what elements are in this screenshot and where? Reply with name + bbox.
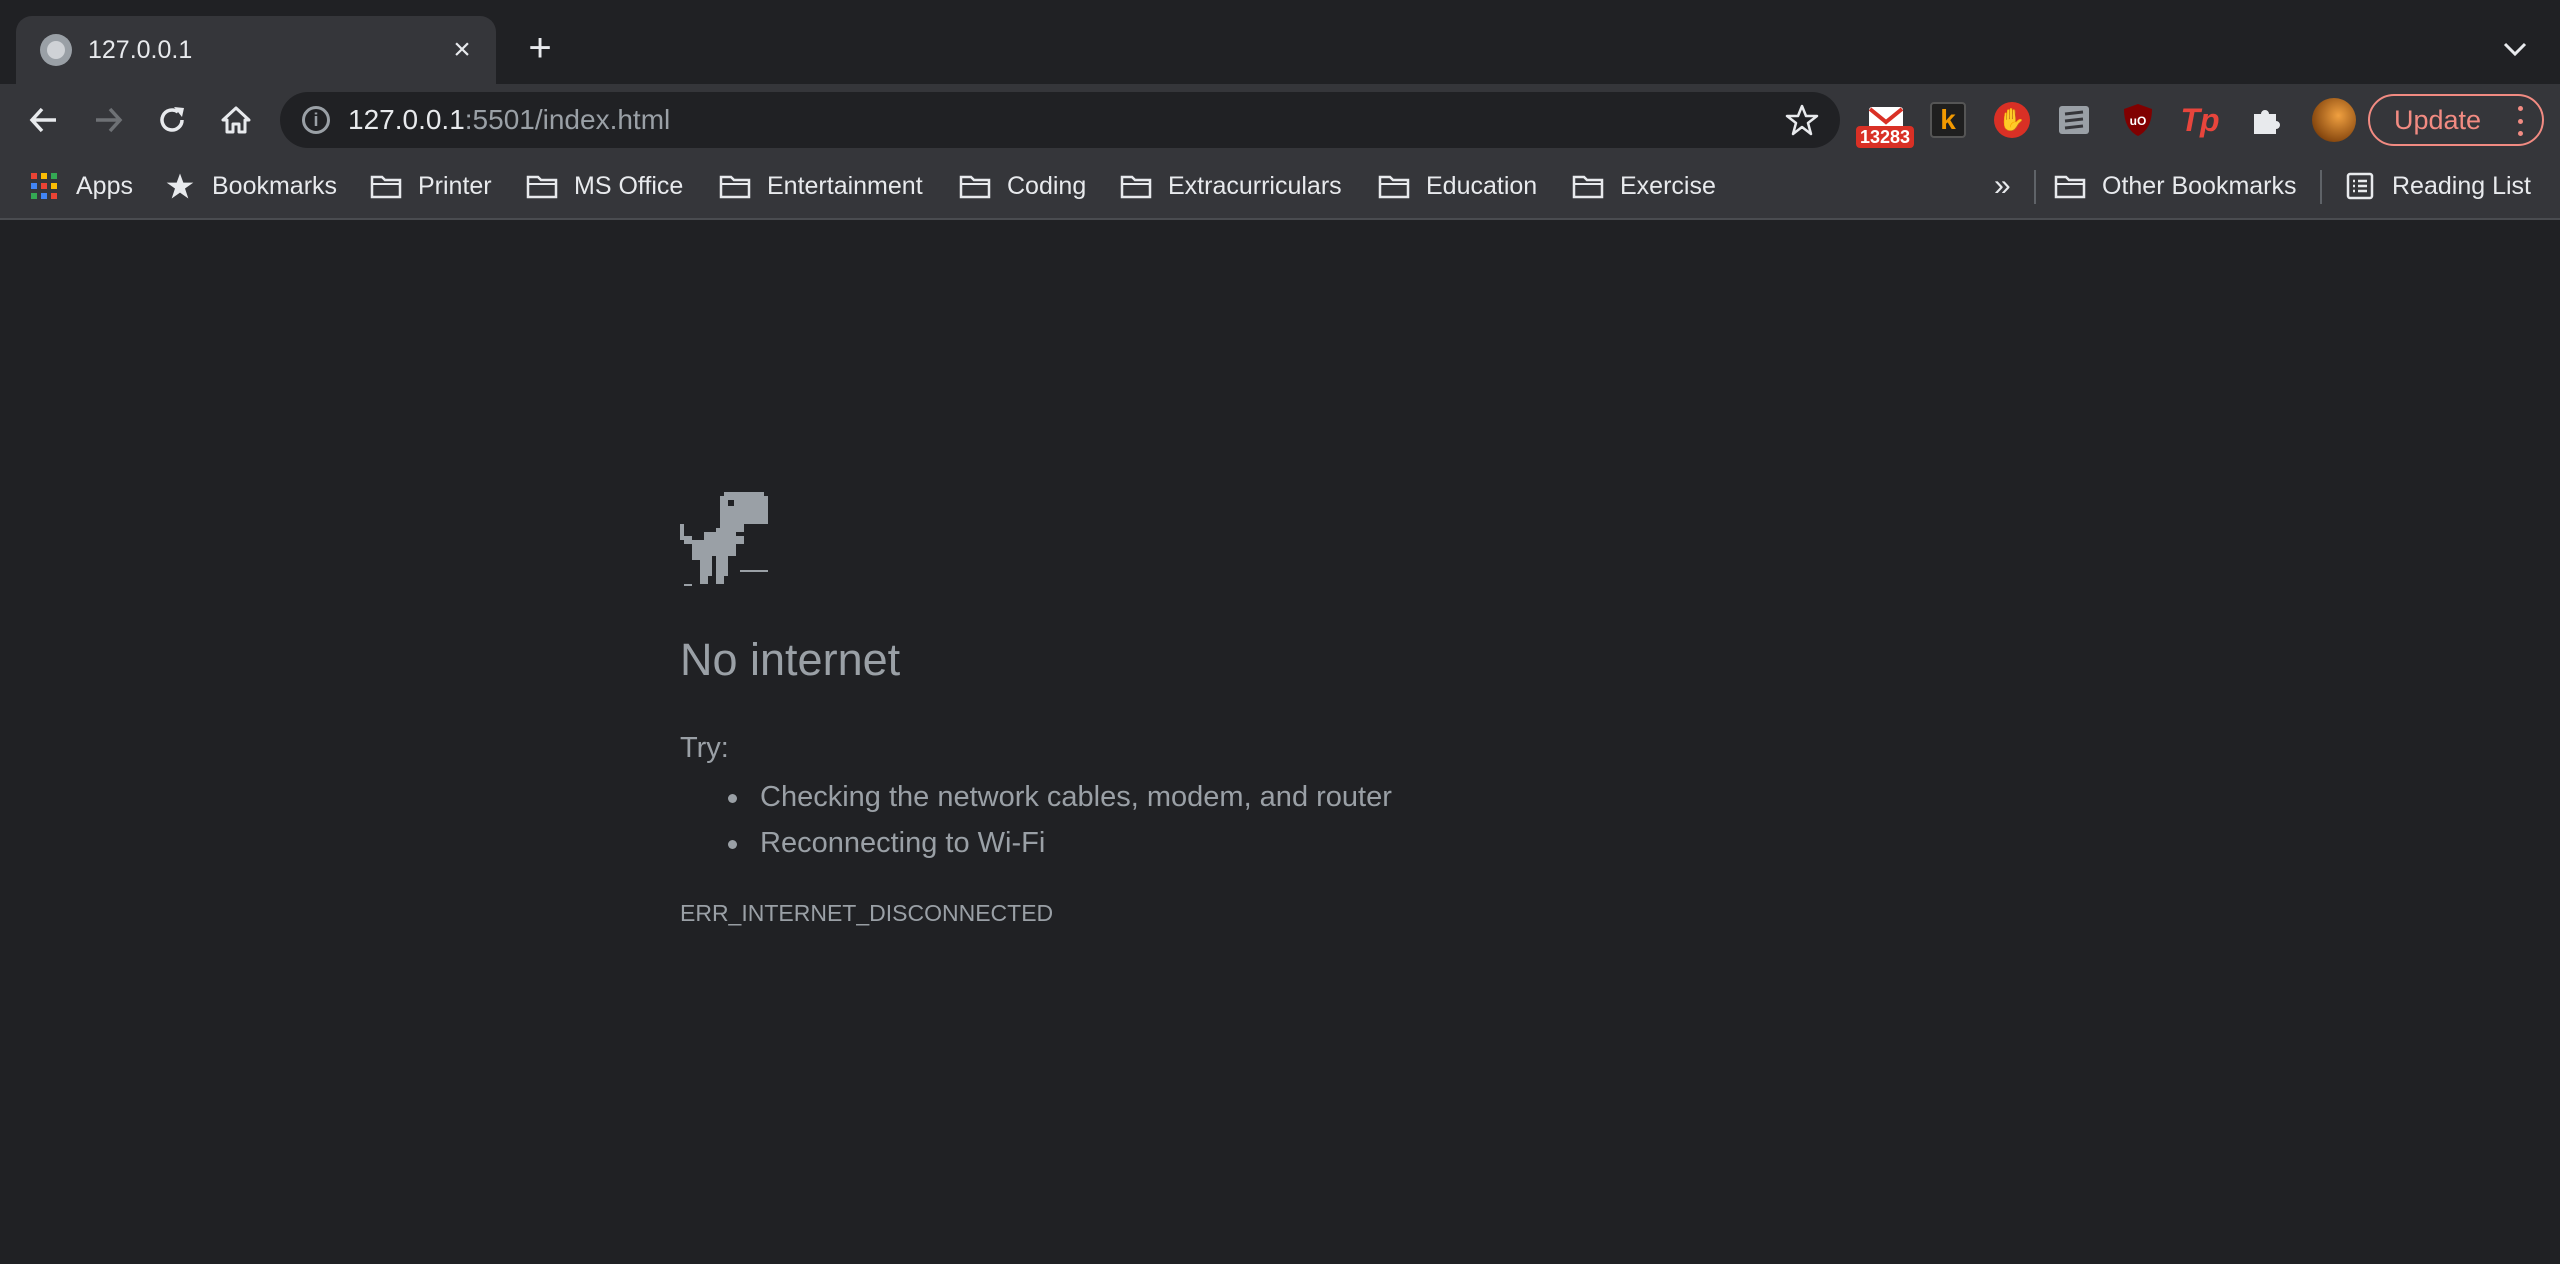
hand-stop-icon[interactable]: ✋ [1994, 102, 2030, 138]
suggestion-item: Reconnecting to Wi-Fi [728, 820, 1392, 866]
dinosaur-icon[interactable] [680, 492, 768, 586]
star-icon [164, 170, 196, 202]
try-label: Try: [680, 732, 729, 764]
stack-icon[interactable] [2056, 102, 2092, 138]
reload-button[interactable] [150, 98, 194, 142]
folder-icon [2054, 170, 2086, 202]
bookmark-folder-other[interactable]: Other Bookmarks [2054, 166, 2297, 206]
update-label: Update [2394, 105, 2482, 135]
bookmark-label: Printer [418, 171, 492, 200]
bookmark-folder-education[interactable]: Education [1378, 166, 1537, 206]
divider [2320, 170, 2322, 204]
bookmark-apps[interactable]: Apps [28, 166, 133, 206]
bookmark-bookmarks[interactable]: Bookmarks [164, 166, 337, 206]
back-button[interactable] [22, 98, 66, 142]
toolbar: i 127.0.0.1:5501/index.html 13283 k ✋ uO… [0, 84, 2560, 156]
bookmark-label: Coding [1007, 171, 1087, 200]
arrow-left-icon [29, 107, 56, 133]
tp-extension-icon[interactable]: Tp [2180, 102, 2219, 138]
ublock-label: uO [2130, 114, 2147, 128]
bookmark-folder-extracurriculars[interactable]: Extracurriculars [1120, 166, 1342, 206]
suggestion-item: Checking the network cables, modem, and … [728, 774, 1392, 820]
bookmark-label: Education [1426, 171, 1538, 200]
forward-button[interactable] [86, 98, 130, 142]
url-host: 127.0.0.1 [348, 104, 465, 135]
address-bar[interactable]: i 127.0.0.1:5501/index.html [280, 92, 1840, 148]
tab-title: 127.0.0.1 [88, 36, 193, 64]
folder-icon [370, 170, 402, 202]
profile-avatar[interactable] [2312, 98, 2356, 142]
gmail-unread-badge: 13283 [1856, 126, 1915, 148]
home-button[interactable] [214, 98, 258, 142]
folder-icon [526, 170, 558, 202]
bookmark-label: Extracurriculars [1168, 171, 1342, 200]
puzzle-icon[interactable] [2248, 102, 2284, 138]
error-code: ERR_INTERNET_DISCONNECTED [680, 900, 1054, 926]
home-icon [221, 106, 251, 134]
bookmark-label: MS Office [574, 171, 684, 200]
globe-icon [40, 34, 72, 66]
bookmark-label: Other Bookmarks [2102, 171, 2297, 200]
url-text[interactable]: 127.0.0.1:5501/index.html [348, 102, 670, 138]
chevron-down-icon[interactable] [2498, 34, 2532, 64]
bookmarks-bar: Apps Bookmarks Printer MS Office Enterta… [0, 156, 2560, 220]
active-tab[interactable]: 127.0.0.1 × [16, 16, 496, 84]
more-vert-icon[interactable] [2516, 106, 2524, 136]
new-tab-button[interactable]: + [522, 28, 558, 68]
bookmark-label: Entertainment [767, 171, 923, 200]
reading-list-button[interactable]: Reading List [2344, 166, 2531, 206]
tab-strip: 127.0.0.1 × + [0, 0, 2560, 84]
folder-icon [1120, 170, 1152, 202]
update-button[interactable]: Update [2368, 94, 2544, 146]
k-extension-icon[interactable]: k [1930, 102, 1966, 138]
close-icon[interactable]: × [448, 35, 476, 65]
bookmark-label: Reading List [2392, 171, 2531, 200]
url-path: :5501/index.html [464, 104, 671, 135]
bookmarks-overflow-button[interactable]: » [1994, 166, 2011, 206]
bookmark-folder-printer[interactable]: Printer [370, 166, 492, 206]
folder-icon [1572, 170, 1604, 202]
bookmark-label: Exercise [1620, 171, 1716, 200]
error-title: No internet [680, 634, 901, 685]
ublock-shield-icon[interactable]: uO [2120, 102, 2156, 138]
bookmark-folder-exercise[interactable]: Exercise [1572, 166, 1716, 206]
reading-list-icon [2344, 170, 2376, 202]
info-icon[interactable]: i [302, 106, 330, 134]
star-icon[interactable] [1784, 102, 1820, 138]
folder-icon [1378, 170, 1410, 202]
suggestions-list: Checking the network cables, modem, and … [728, 774, 1392, 866]
reload-icon [160, 107, 184, 132]
bookmark-label: Bookmarks [212, 171, 338, 200]
bookmark-folder-ms-office[interactable]: MS Office [526, 166, 683, 206]
bookmark-label: Apps [76, 171, 133, 200]
apps-grid-icon [28, 170, 60, 202]
folder-icon [719, 170, 751, 202]
error-page: No internet Try: Checking the network ca… [0, 220, 2560, 1264]
arrow-right-icon [96, 107, 123, 133]
bookmark-folder-coding[interactable]: Coding [959, 166, 1086, 206]
divider [2034, 170, 2036, 204]
bookmark-folder-entertainment[interactable]: Entertainment [719, 166, 923, 206]
folder-icon [959, 170, 991, 202]
